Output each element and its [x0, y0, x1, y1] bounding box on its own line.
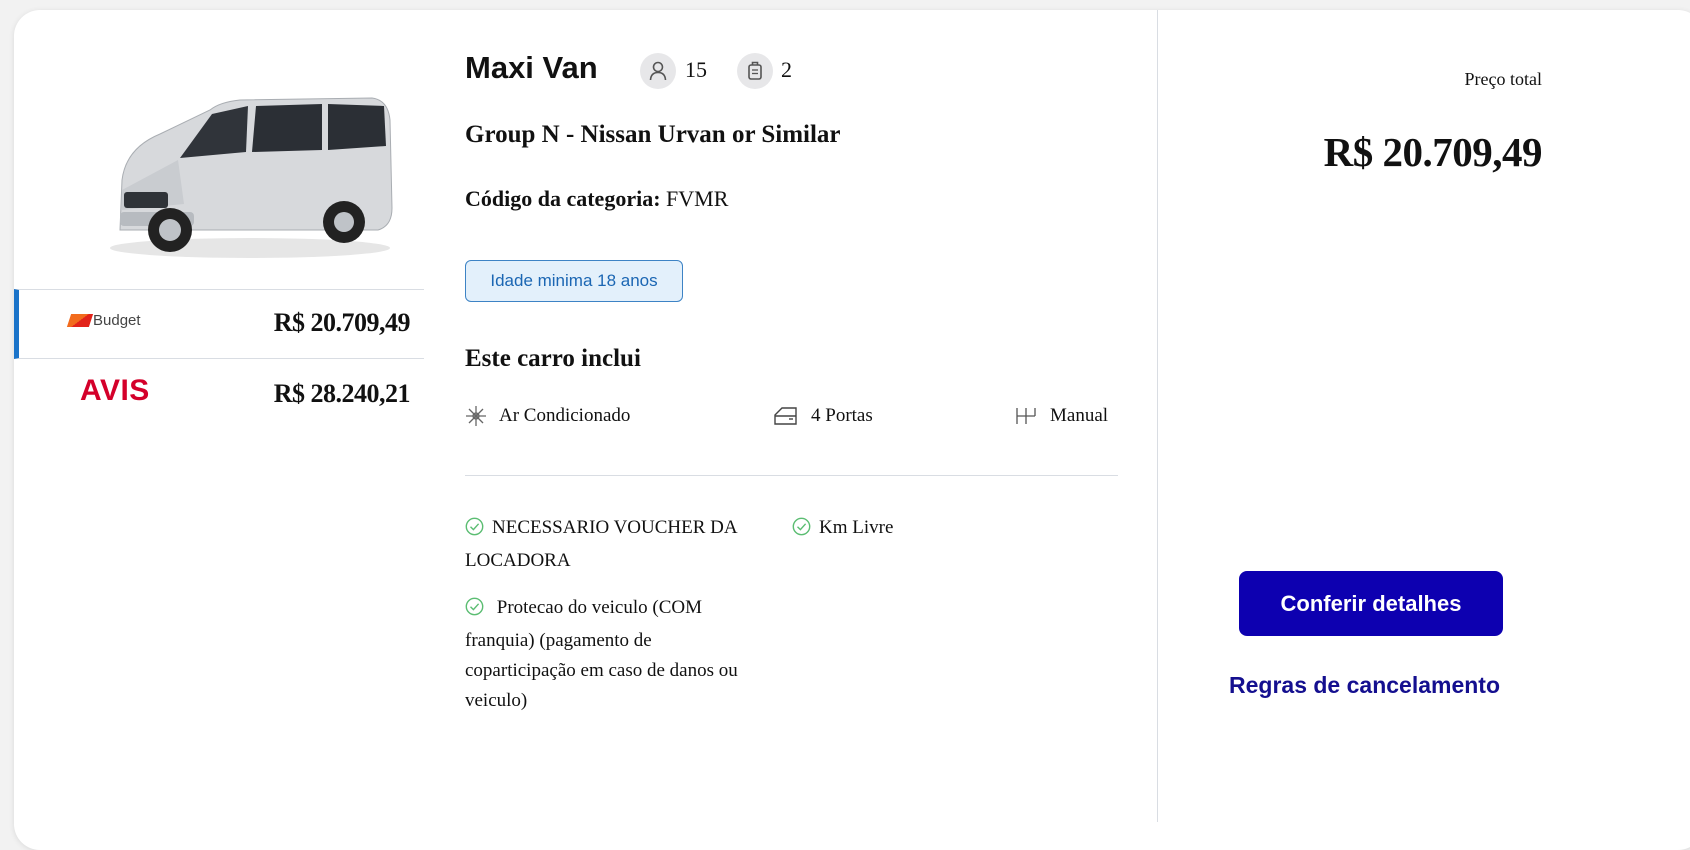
cancellation-rules-link[interactable]: Regras de cancelamento — [1229, 672, 1500, 699]
avis-logo: AVIS — [80, 374, 150, 407]
vehicle-model: Group N - Nissan Urvan or Similar — [465, 121, 841, 148]
perk-text-line1: Km Livre — [819, 517, 894, 538]
luggage-icon — [737, 53, 773, 89]
category-code-line: Código da categoria: FVMR — [465, 186, 728, 212]
perk-text-line2: franquia) (pagamento de — [465, 630, 652, 651]
vehicle-name: Maxi Van — [465, 50, 598, 85]
car-image — [100, 80, 400, 270]
details-button[interactable]: Conferir detalhes — [1239, 571, 1503, 636]
feature-label: 4 Portas — [811, 405, 873, 426]
category-code-value: FVMR — [666, 186, 729, 211]
perk-text-line2: LOCADORA — [465, 550, 571, 571]
perk-voucher: NECESSARIO VOUCHER DA LOCADORA — [465, 513, 738, 576]
car-door-icon — [773, 406, 799, 426]
feature-doors: 4 Portas — [773, 405, 873, 427]
passenger-icon — [640, 53, 676, 89]
vendor-price: R$ 28.240,21 — [273, 379, 411, 408]
total-price: R$ 20.709,49 — [1323, 129, 1543, 175]
budget-logo-text: Budget — [93, 312, 141, 329]
check-circle-icon — [792, 516, 811, 546]
total-price-label: Preço total — [1464, 69, 1542, 89]
feature-label: Manual — [1050, 405, 1109, 426]
perk-text-line4: veiculo) — [465, 690, 528, 711]
includes-title: Este carro inclui — [465, 345, 641, 372]
category-code-label: Código da categoria: — [465, 186, 661, 211]
budget-logo: Budget — [66, 312, 141, 329]
perk-text-line1: NECESSARIO VOUCHER DA — [492, 517, 738, 538]
perk-unlimited-km: Km Livre — [792, 513, 893, 546]
feature-label: Ar Condicionado — [499, 405, 631, 426]
vendor-row-budget[interactable]: Budget R$ 20.709,49 — [14, 289, 424, 359]
check-circle-icon — [465, 516, 484, 546]
perk-text-line3: coparticipação em caso de danos ou — [465, 660, 738, 681]
budget-logo-mark — [66, 314, 94, 327]
perk-text-line1: Protecao do veiculo (COM — [496, 597, 703, 618]
check-circle-icon — [465, 596, 484, 626]
perk-vehicle-protection: Protecao do veiculo (COM franquia) (paga… — [465, 593, 738, 716]
passenger-count: 15 — [685, 57, 707, 82]
feature-air-conditioning: Ar Condicionado — [465, 405, 630, 427]
age-badge: Idade minima 18 anos — [465, 260, 683, 302]
snowflake-icon — [465, 405, 487, 427]
gear-shift-icon — [1014, 405, 1038, 427]
vendor-price: R$ 20.709,49 — [273, 308, 411, 337]
section-divider — [465, 475, 1118, 476]
feature-transmission: Manual — [1014, 405, 1108, 427]
panel-divider — [1157, 10, 1158, 822]
luggage-count: 2 — [781, 57, 792, 82]
vendor-row-avis[interactable]: AVIS R$ 28.240,21 — [14, 361, 424, 431]
